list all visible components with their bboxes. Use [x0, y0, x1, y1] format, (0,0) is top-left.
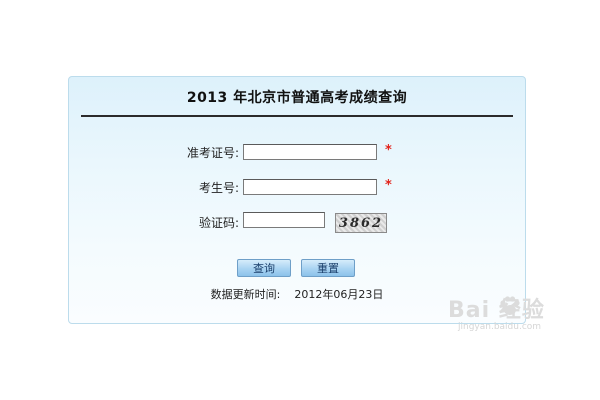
- captcha-label: 验证码:: [198, 216, 239, 230]
- student-number-input[interactable]: [243, 179, 377, 195]
- exam-number-input[interactable]: [243, 144, 377, 160]
- page-title: 2013 年北京市普通高考成绩查询: [186, 90, 408, 106]
- baidu-jingyan-watermark: Bai 经验 jingyan.baidu.com: [448, 292, 588, 342]
- exam-number-label: 准考证号:: [186, 146, 239, 160]
- paw-icon: [498, 294, 522, 322]
- student-number-label: 考生号:: [198, 181, 239, 195]
- watermark-url: jingyan.baidu.com: [458, 322, 542, 332]
- query-button[interactable]: 查询: [237, 259, 291, 277]
- score-query-panel: 2013 年北京市普通高考成绩查询 准考证号: * 考生号: * 验证码: 38…: [68, 76, 526, 324]
- required-mark-exam-number: *: [385, 143, 392, 158]
- title-divider: [81, 115, 513, 117]
- watermark-brand: Bai 经验: [448, 298, 545, 323]
- captcha-input[interactable]: [243, 212, 325, 228]
- update-time-label: 数据更新时间:: [210, 288, 281, 301]
- captcha-image[interactable]: 3862: [335, 213, 387, 233]
- required-mark-student-number: *: [385, 178, 392, 193]
- update-time-value: 2012年06月23日: [294, 288, 384, 301]
- reset-button[interactable]: 重置: [301, 259, 355, 277]
